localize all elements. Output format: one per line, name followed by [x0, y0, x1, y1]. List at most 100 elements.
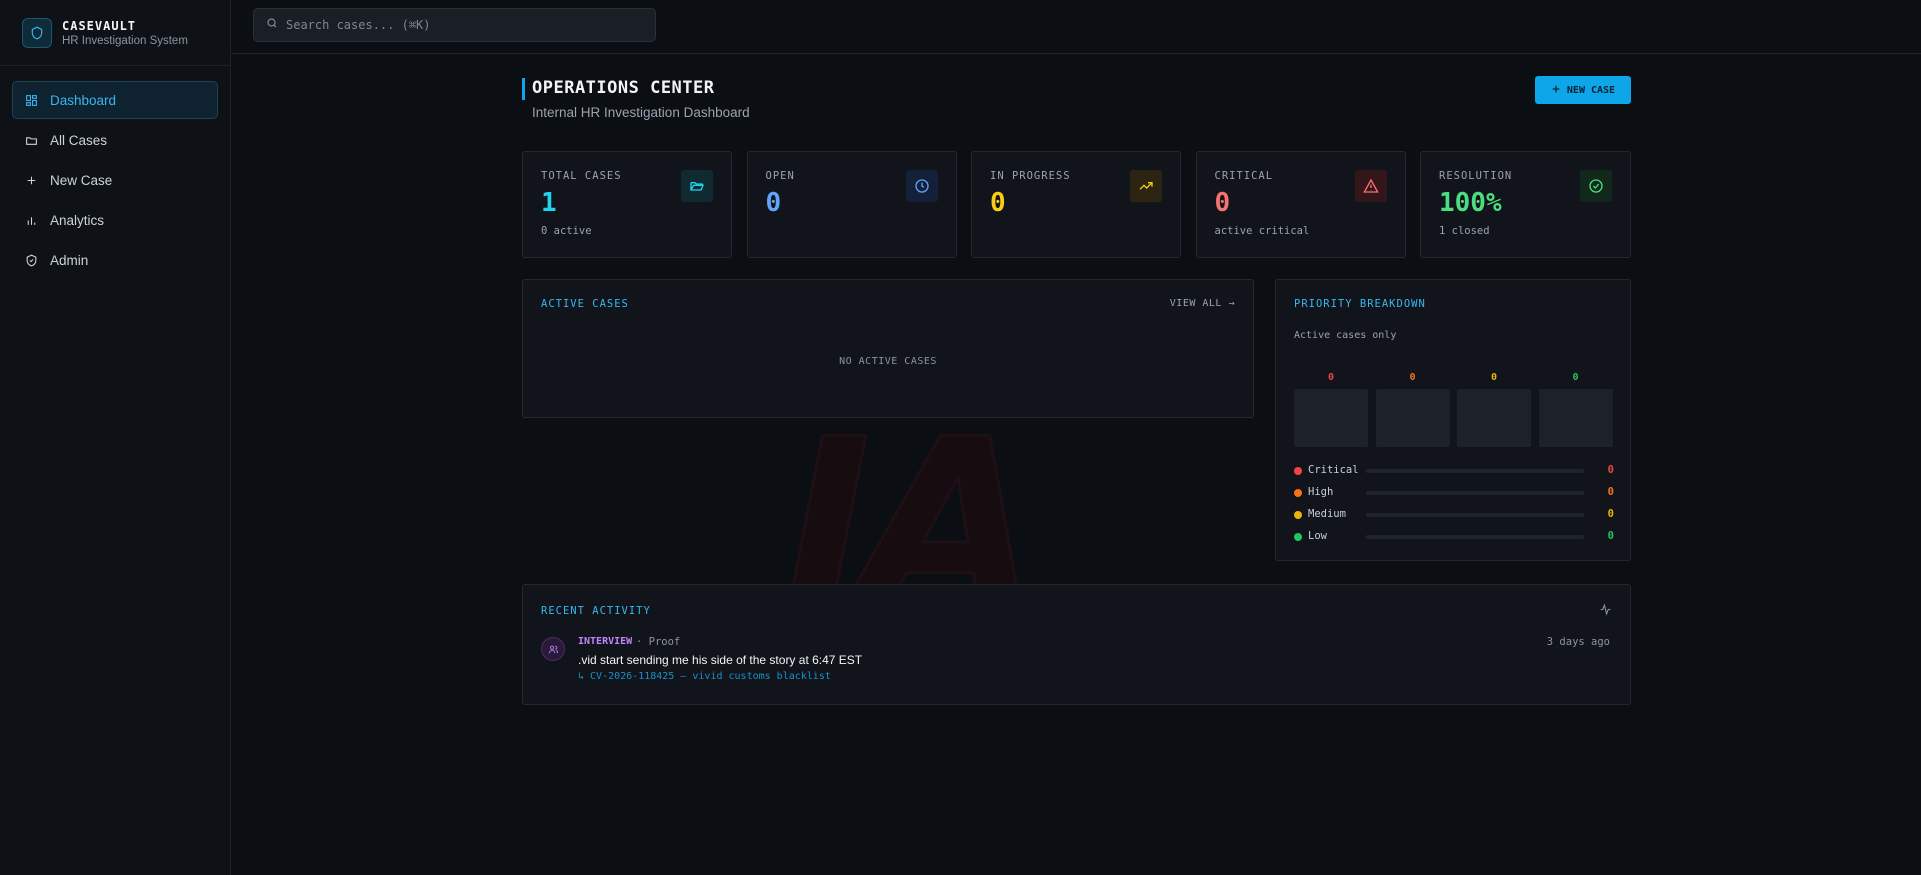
clock-icon	[905, 170, 938, 202]
dot-icon	[1294, 533, 1302, 541]
legend-value: 0	[1607, 530, 1614, 542]
shield-check-icon	[24, 253, 38, 267]
recent-activity-title: RECENT ACTIVITY	[541, 605, 651, 617]
stat-value: 0	[1214, 188, 1231, 218]
stat-card-open[interactable]: OPEN 0	[746, 151, 957, 258]
bar-count: 0	[1327, 372, 1335, 383]
grid-icon	[24, 93, 38, 107]
search-input[interactable]	[286, 18, 626, 32]
legend-track	[1366, 469, 1584, 473]
search-icon	[266, 16, 278, 34]
priority-bar-medium: 0	[1457, 372, 1531, 448]
activity-timestamp: 3 days ago	[1546, 636, 1610, 648]
recent-activity-panel: RECENT ACTIVITY INTERVIEW · Proof .vid s…	[522, 584, 1631, 705]
priority-breakdown-panel: PRIORITY BREAKDOWN Active cases only 0 0…	[1275, 279, 1631, 561]
bar-box	[1538, 389, 1613, 447]
legend-value: 0	[1607, 486, 1614, 498]
priority-bar-critical: 0	[1294, 372, 1368, 448]
new-case-button[interactable]: NEW CASE	[1535, 76, 1631, 104]
priority-bars: 0 0 0 0	[1294, 372, 1614, 448]
dot-icon	[1294, 467, 1302, 475]
legend-value: 0	[1607, 464, 1614, 476]
legend-label: Medium	[1308, 508, 1346, 520]
active-cases-title: ACTIVE CASES	[541, 298, 629, 310]
legend-track	[1366, 491, 1584, 495]
priority-title: PRIORITY BREAKDOWN	[1294, 298, 1426, 310]
bar-count: 0	[1490, 372, 1498, 383]
stat-card-resolution[interactable]: RESOLUTION 100% 1 closed	[1420, 151, 1631, 258]
priority-subtitle: Active cases only	[1294, 330, 1397, 341]
active-cases-panel: ACTIVE CASES VIEW ALL → NO ACTIVE CASES	[522, 279, 1254, 418]
stat-sub: 0 active	[541, 225, 592, 237]
stat-label: IN PROGRESS	[990, 170, 1071, 182]
legend-value: 0	[1607, 508, 1614, 520]
sidebar: CASEVAULT HR Investigation System Dashbo…	[0, 0, 231, 875]
legend-label: Critical	[1308, 464, 1359, 476]
brand[interactable]: CASEVAULT HR Investigation System	[0, 0, 230, 66]
search-box[interactable]	[253, 8, 656, 42]
plus-icon	[24, 173, 38, 187]
legend-row-low: Low 0	[1294, 528, 1614, 550]
users-icon	[541, 637, 565, 661]
sidebar-item-label: Dashboard	[50, 92, 117, 108]
title-accent-bar	[522, 78, 525, 100]
folder-icon	[24, 133, 38, 147]
folder-open-icon	[681, 170, 713, 202]
activity-pulse-icon	[1599, 603, 1612, 621]
stat-label: TOTAL CASES	[541, 170, 622, 182]
sidebar-item-analytics[interactable]: Analytics	[12, 201, 218, 239]
legend-row-high: High 0	[1294, 484, 1614, 506]
page-subtitle: Internal HR Investigation Dashboard	[532, 105, 750, 120]
bar-box	[1375, 389, 1450, 447]
stat-value: 0	[765, 188, 782, 218]
bar-count: 0	[1409, 372, 1416, 383]
activity-text: .vid start sending me his side of the st…	[578, 653, 863, 667]
priority-legend: Critical 0 High 0 Medium 0 Low 0	[1294, 462, 1614, 550]
brand-title: CASEVAULT	[62, 18, 137, 33]
sidebar-nav: Dashboard All Cases New Case Analytics A…	[0, 66, 230, 296]
activity-meta: · Proof	[636, 636, 681, 648]
check-circle-icon	[1580, 170, 1612, 202]
brand-subtitle: HR Investigation System	[62, 34, 188, 47]
topbar	[231, 0, 1921, 54]
bar-count: 0	[1572, 372, 1579, 383]
sidebar-item-new-case[interactable]: New Case	[12, 161, 218, 199]
sidebar-item-label: Analytics	[50, 212, 105, 228]
bar-chart-icon	[24, 213, 38, 227]
sidebar-item-dashboard[interactable]: Dashboard	[12, 81, 218, 119]
sidebar-item-label: All Cases	[50, 132, 108, 148]
activity-type-badge: INTERVIEW	[578, 636, 633, 647]
view-all-link[interactable]: VIEW ALL →	[1170, 298, 1235, 309]
stat-sub: active critical	[1214, 225, 1310, 237]
sidebar-item-all-cases[interactable]: All Cases	[12, 121, 218, 159]
stat-value: 100%	[1439, 188, 1502, 218]
stat-value: 1	[541, 188, 557, 218]
sidebar-item-admin[interactable]: Admin	[12, 241, 218, 279]
dot-icon	[1294, 489, 1302, 497]
stat-label: OPEN	[765, 170, 795, 182]
stat-label: CRITICAL	[1214, 170, 1274, 182]
legend-label: Low	[1308, 530, 1327, 542]
bar-box	[1457, 389, 1531, 447]
legend-row-medium: Medium 0	[1294, 506, 1614, 528]
priority-bar-high: 0	[1375, 372, 1450, 448]
stats-row: TOTAL CASES 1 0 active OPEN 0 IN PROGRES…	[522, 151, 1631, 258]
stat-card-in-progress[interactable]: IN PROGRESS 0	[971, 151, 1181, 258]
sidebar-item-label: Admin	[50, 252, 89, 268]
alert-triangle-icon	[1354, 170, 1387, 202]
empty-state: NO ACTIVE CASES	[839, 356, 937, 367]
stat-sub: 1 closed	[1439, 225, 1490, 237]
priority-bar-low: 0	[1538, 372, 1613, 448]
legend-track	[1366, 513, 1584, 517]
stat-card-total-cases[interactable]: TOTAL CASES 1 0 active	[522, 151, 732, 258]
activity-case-link[interactable]: ↳ CV-2026-118425 — vivid customs blackli…	[578, 671, 831, 682]
sidebar-item-label: New Case	[50, 172, 113, 188]
shield-logo-icon	[22, 17, 52, 48]
page-title: OPERATIONS CENTER	[532, 78, 715, 98]
legend-track	[1366, 535, 1584, 539]
bar-box	[1294, 389, 1368, 447]
trending-up-icon	[1130, 170, 1162, 202]
legend-row-critical: Critical 0	[1294, 462, 1614, 484]
stat-label: RESOLUTION	[1439, 170, 1513, 182]
stat-card-critical[interactable]: CRITICAL 0 active critical	[1195, 151, 1406, 258]
